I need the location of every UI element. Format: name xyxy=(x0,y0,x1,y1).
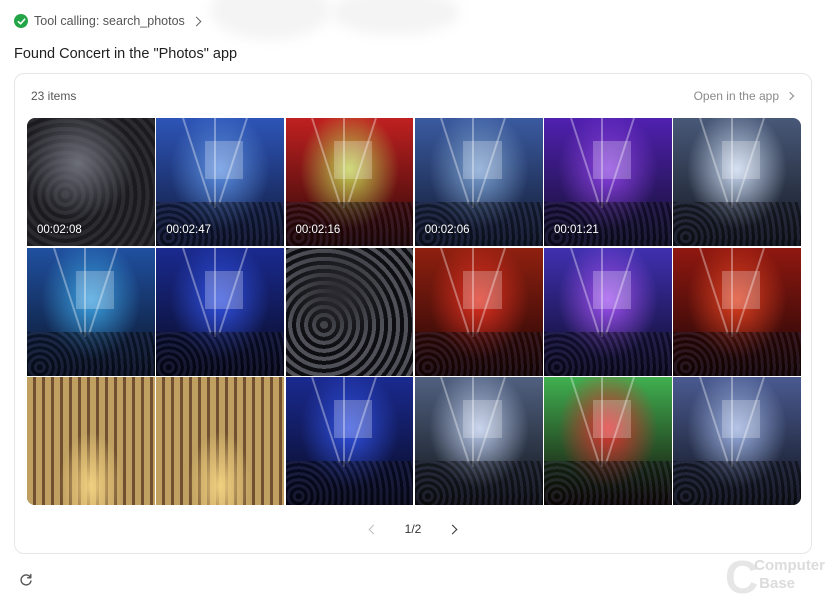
chevron-left-icon xyxy=(368,524,379,534)
photo-tile[interactable] xyxy=(544,377,672,505)
photo-tile[interactable] xyxy=(673,377,801,505)
refresh-button[interactable] xyxy=(18,572,34,588)
photo-tile[interactable]: 00:02:08 xyxy=(27,118,155,246)
items-count: 23 items xyxy=(31,89,77,103)
video-duration: 00:02:06 xyxy=(424,224,470,236)
photo-tile[interactable]: 00:02:06 xyxy=(414,118,543,246)
photo-tile[interactable] xyxy=(285,247,414,376)
open-in-app-link[interactable]: Open in the app xyxy=(693,89,795,103)
video-duration: 00:02:16 xyxy=(295,224,341,236)
chevron-right-icon xyxy=(447,524,458,534)
photo-tile[interactable] xyxy=(673,247,801,376)
photo-tile[interactable] xyxy=(414,377,543,505)
photo-grid: 00:02:08 00:02:47 00:02:16 00:02:06 00:01:21 xyxy=(27,118,801,505)
photo-tile[interactable] xyxy=(673,118,801,246)
open-in-app-label: Open in the app xyxy=(693,89,779,103)
photo-tile[interactable] xyxy=(414,247,543,376)
video-duration: 00:02:47 xyxy=(166,224,212,236)
refresh-icon xyxy=(20,573,32,586)
photo-tile[interactable] xyxy=(544,247,672,376)
prev-page-button[interactable] xyxy=(365,520,383,538)
photo-tile[interactable] xyxy=(27,247,155,376)
watermark-logo: C Computer Base xyxy=(725,551,825,603)
chevron-right-icon xyxy=(191,16,202,26)
photo-tile[interactable] xyxy=(156,377,284,505)
photo-tile[interactable]: 00:01:21 xyxy=(544,118,672,246)
photo-tile[interactable] xyxy=(285,377,414,505)
page-indicator: 1/2 xyxy=(404,522,422,536)
photo-tile[interactable] xyxy=(27,377,155,505)
video-duration: 00:01:21 xyxy=(554,224,599,236)
tool-call-header[interactable]: Tool calling: search_photos xyxy=(14,12,202,30)
video-duration: 00:02:08 xyxy=(37,224,82,236)
chevron-right-icon xyxy=(785,91,795,101)
photos-result-card: 23 items Open in the app 00:02:08 00:02:4… xyxy=(14,73,812,554)
next-page-button[interactable] xyxy=(443,520,461,538)
result-message: Found Concert in the "Photos" app xyxy=(14,46,238,62)
photo-tile[interactable]: 00:02:16 xyxy=(285,118,414,246)
photo-tile[interactable] xyxy=(156,247,284,376)
photo-tile[interactable]: 00:02:47 xyxy=(156,118,284,246)
pagination: 1/2 xyxy=(15,519,811,539)
check-circle-icon xyxy=(14,14,28,28)
tool-call-label: Tool calling: search_photos xyxy=(34,14,185,28)
